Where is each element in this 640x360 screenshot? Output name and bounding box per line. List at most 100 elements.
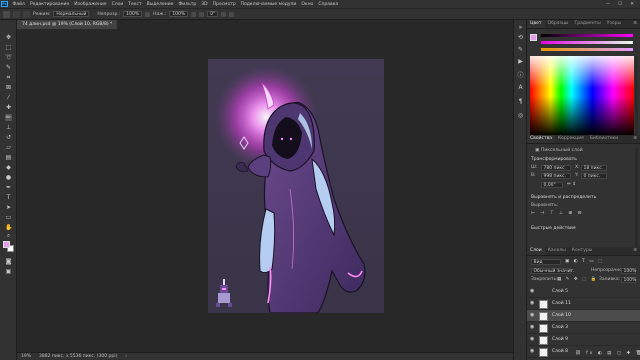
airbrush-icon[interactable] [191,11,197,17]
transform-section-title[interactable]: Трансформировать [531,157,577,162]
layer-filter-icons[interactable]: ▣ ◐ T ▭ ⬚ [565,259,604,264]
crop-tool-icon[interactable]: ⌗ [5,74,12,81]
color-spectrum[interactable] [530,56,634,136]
tab-libraries[interactable]: Библиотеки [587,135,621,143]
dodge-tool-icon[interactable]: ● [5,174,12,181]
collapse-icon[interactable]: » [517,24,524,31]
x-input[interactable]: 18 пикс. [581,165,607,171]
layer-row[interactable]: ◉ Слой 9 [527,334,640,346]
marquee-tool-icon[interactable]: ⬚ [5,44,12,51]
hue-slider-b[interactable] [541,48,633,51]
pressure-size-icon[interactable] [221,11,227,17]
layer-row[interactable]: ◉ Слой 11 [527,298,640,310]
angle-input[interactable]: 0,00° [541,182,563,188]
opacity-input[interactable]: 100% [123,11,143,17]
glyphs-icon[interactable]: ◎ [517,112,524,119]
quick-select-tool-icon[interactable]: ✎ [5,64,12,71]
stamp-tool-icon[interactable]: ⊥ [5,124,12,131]
tab-layers[interactable]: Слои [527,247,545,255]
symmetry-icon[interactable] [229,11,235,17]
type-tool-icon[interactable]: T [5,194,12,201]
blur-tool-icon[interactable]: ◆ [5,164,12,171]
lock-icons[interactable]: ▦ ✎ ✥ ⬚ 🔒 [557,277,598,282]
tab-color[interactable]: Цвет [527,20,545,28]
layer-name[interactable]: Слой 8 [552,346,568,358]
panel-menu-icon[interactable]: ≡ [633,247,640,255]
screen-mode-icon[interactable]: ▣ [5,268,12,275]
eraser-tool-icon[interactable]: ▱ [5,144,12,151]
menu-select[interactable]: Выделение [144,2,176,7]
blend-mode-select[interactable]: Обычный значит. [531,268,575,274]
work-area[interactable] [17,29,513,352]
shape-tool-icon[interactable]: ▭ [5,214,12,221]
tab-channels[interactable]: Каналы [545,247,569,255]
menu-filter[interactable]: Фильтр [176,2,199,7]
width-input[interactable]: 780 пикс. [541,165,571,171]
eye-icon[interactable]: ◉ [530,337,535,342]
document-tab[interactable]: 74 длин.psd @ 19% (Слой 10, RGB/8) * [17,20,118,29]
smoothing-icon[interactable] [199,11,205,17]
info-icon[interactable]: ⓘ [517,72,524,79]
eye-icon[interactable]: ◉ [530,301,535,306]
document-canvas[interactable] [208,59,384,313]
layer-name[interactable]: Слой 3 [552,322,568,334]
character-icon[interactable]: A [517,84,524,91]
healing-tool-icon[interactable]: ✚ [5,104,12,111]
lasso-tool-icon[interactable]: ➰ [5,54,12,61]
history-brush-tool-icon[interactable]: ↺ [5,134,12,141]
hue-slider-g[interactable] [541,41,633,44]
layer-name[interactable]: Слой 9 [552,334,568,346]
angle-input[interactable]: 0° [207,11,219,17]
move-tool-icon[interactable]: ✥ [5,34,12,41]
layer-row[interactable]: ◉ Слой 3 [527,322,640,334]
color-fg-swatch[interactable] [530,34,537,41]
zoom-level[interactable]: 19% [21,354,31,359]
align-section-title[interactable]: Выровнять и распределить [531,195,596,200]
menu-view[interactable]: Просмотр [210,2,238,7]
flow-input[interactable]: 100% [169,11,189,17]
quick-actions-title[interactable]: Быстрые действия [531,226,576,231]
eye-icon[interactable]: ◉ [530,289,535,294]
close-button[interactable]: ✕ [630,2,634,7]
tab-swatches[interactable]: Образцы [545,20,572,28]
mode-select[interactable]: Нормальный [53,11,90,17]
minimize-button[interactable]: — [606,2,611,7]
eye-icon[interactable]: ◉ [530,349,535,354]
height-input[interactable]: 998 пикс. [541,173,571,179]
properties-scrollbar[interactable] [635,148,638,248]
maximize-button[interactable]: ☐ [618,2,622,7]
menu-3d[interactable]: 3D [199,2,210,7]
eyedropper-tool-icon[interactable]: ⁄ [5,94,12,101]
tab-adjustments[interactable]: Коррекция [555,135,587,143]
brush-preset-icon[interactable] [13,10,20,18]
tab-properties[interactable]: Свойства [527,135,555,143]
foreground-color-swatch[interactable] [3,241,10,248]
pressure-opacity-icon[interactable] [145,11,151,17]
path-select-tool-icon[interactable]: ➤ [5,204,12,211]
brush-tool-icon[interactable]: ✏ [5,114,12,121]
eye-icon[interactable]: ◉ [530,325,535,330]
tab-gradients[interactable]: Градиенты [572,20,604,28]
flip-icons[interactable]: ⇔ ⇕ [567,182,576,187]
layer-opacity-input[interactable]: 100% [621,268,636,274]
menu-edit[interactable]: Редактирование [27,2,71,7]
status-arrow-icon[interactable]: › [125,354,127,359]
menu-help[interactable]: Справка [316,2,341,7]
layer-row-selected[interactable]: ◉ Слой 10 [527,310,640,322]
gradient-tool-icon[interactable]: ▤ [5,154,12,161]
tab-paths[interactable]: Контуры [569,247,596,255]
layer-filter-select[interactable]: Вид [531,259,561,265]
brush-settings-icon[interactable] [23,10,30,18]
layer-name[interactable]: Слой 11 [552,298,571,310]
hand-tool-icon[interactable]: ✋ [5,224,12,231]
tab-patterns[interactable]: Узоры [604,20,624,28]
fill-input[interactable]: 100% [621,277,636,283]
panel-menu-icon[interactable]: ≡ [633,20,640,28]
pen-tool-icon[interactable]: ✒ [5,184,12,191]
paragraph-icon[interactable]: ¶ [517,98,524,105]
zoom-tool-icon[interactable]: ⌕ [5,232,12,239]
actions-icon[interactable]: ▶ [517,58,524,65]
panel-menu-icon[interactable]: ≡ [633,135,640,143]
layers-footer-icons[interactable]: ⛓ fx ◐ ▤ ▢ ✚ 🗑 [575,351,640,356]
menu-layers[interactable]: Слои [109,2,126,7]
